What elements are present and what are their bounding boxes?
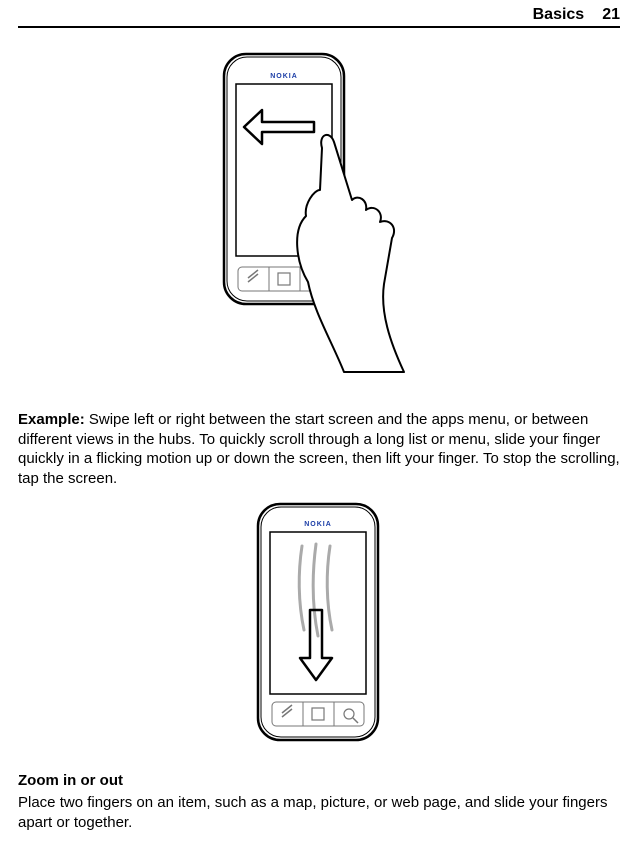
example-text: Swipe left or right between the start sc…	[18, 411, 620, 487]
phone-flick-svg: NOKIA	[244, 502, 394, 744]
example-label: Example:	[18, 411, 85, 428]
page-number: 21	[602, 6, 620, 24]
page: Basics 21 NOKIA	[0, 0, 638, 862]
zoom-text: Place two fingers on an item, such as a …	[18, 793, 620, 832]
brand-label: NOKIA	[304, 521, 332, 528]
page-header: Basics 21	[18, 6, 620, 28]
zoom-heading: Zoom in or out	[18, 772, 620, 789]
chapter-title: Basics	[533, 6, 585, 24]
brand-label: NOKIA	[270, 73, 298, 80]
example-paragraph: Example: Swipe left or right between the…	[18, 410, 620, 488]
phone-swipe-svg: NOKIA	[214, 52, 424, 382]
illustration-swipe: NOKIA	[18, 52, 620, 382]
illustration-flick: NOKIA	[18, 502, 620, 744]
